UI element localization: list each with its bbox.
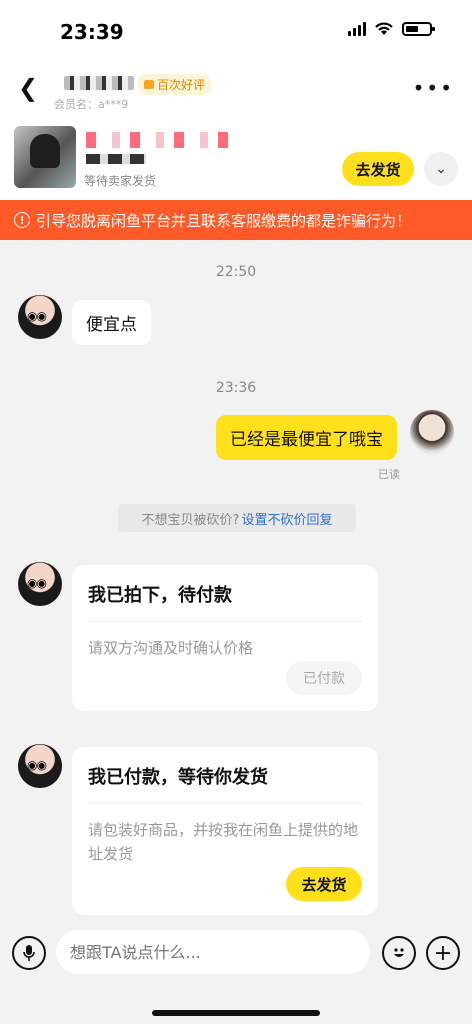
timestamp: 22:50 [215, 264, 257, 280]
card-body: 请双方沟通及时确认价格 [88, 639, 254, 657]
badge-label: 百次好评 [157, 78, 206, 92]
back-arrow-icon[interactable]: ❮ [18, 74, 38, 102]
emoji-icon[interactable] [382, 936, 416, 970]
wifi-icon [375, 22, 393, 35]
buyer-message[interactable]: 便宜点 [72, 300, 151, 345]
buyer-avatar[interactable] [18, 295, 62, 339]
notice-link[interactable]: 设置不砍价回复 [241, 509, 332, 528]
warning-icon: ! [14, 212, 30, 228]
product-thumbnail[interactable] [14, 126, 76, 188]
status-time: 23:39 [60, 20, 124, 44]
notice-text: 不想宝贝被砍价? [141, 512, 240, 528]
card-title: 我已拍下，待付款 [88, 581, 362, 622]
message-input[interactable] [56, 930, 370, 974]
status-bar: 23:39 [0, 0, 472, 62]
member-id: 会员名：a***9 [54, 98, 129, 111]
chat-header: ❮ 百次好评 会员名：a***9 ••• [0, 62, 472, 112]
seller-message[interactable]: 已经是最便宜了哦宝 [216, 415, 397, 460]
timestamp: 23:36 [215, 380, 257, 396]
warning-text: 引导您脱离闲鱼平台并且联系客服缴费的都是诈骗行为！ [36, 211, 412, 230]
seller-avatar[interactable] [410, 410, 454, 454]
rating-badge: 百次好评 [138, 74, 212, 95]
fraud-warning-banner: ! 引导您脱离闲鱼平台并且联系客服缴费的都是诈骗行为！ [0, 200, 472, 240]
order-card-paid[interactable]: 我已付款，等待你发货 请包装好商品，并按我在闲鱼上提供的地址发货 去发货 [72, 747, 378, 915]
signal-icon [348, 22, 366, 36]
ship-button[interactable]: 去发货 [286, 867, 362, 901]
ship-button[interactable]: 去发货 [342, 152, 414, 186]
product-price-masked [86, 154, 146, 164]
read-status: 已读 [378, 468, 400, 481]
chevron-down-icon[interactable]: ⌄ [424, 152, 458, 186]
card-title: 我已付款，等待你发货 [88, 763, 362, 804]
paid-button[interactable]: 已付款 [286, 661, 362, 695]
status-icons [348, 22, 435, 36]
buyer-avatar[interactable] [18, 562, 62, 606]
input-bar: + [0, 928, 472, 1024]
more-dots-icon[interactable]: ••• [413, 76, 454, 100]
order-card-pending[interactable]: 我已拍下，待付款 请双方沟通及时确认价格 已付款 [72, 565, 378, 711]
badge-flag-icon [144, 80, 154, 89]
battery-icon [402, 22, 435, 36]
order-status: 等待卖家发货 [84, 174, 157, 188]
buyer-name-masked [64, 76, 134, 90]
card-body: 请包装好商品，并按我在闲鱼上提供的地址发货 [88, 821, 359, 863]
plus-icon[interactable]: + [426, 936, 460, 970]
product-title-masked [86, 132, 236, 148]
buyer-avatar[interactable] [18, 744, 62, 788]
product-bar[interactable]: 等待卖家发货 去发货 ⌄ [0, 112, 472, 200]
bargain-notice: 不想宝贝被砍价? 设置不砍价回复 [118, 504, 356, 532]
voice-icon[interactable] [12, 936, 46, 970]
home-indicator [152, 1010, 320, 1016]
